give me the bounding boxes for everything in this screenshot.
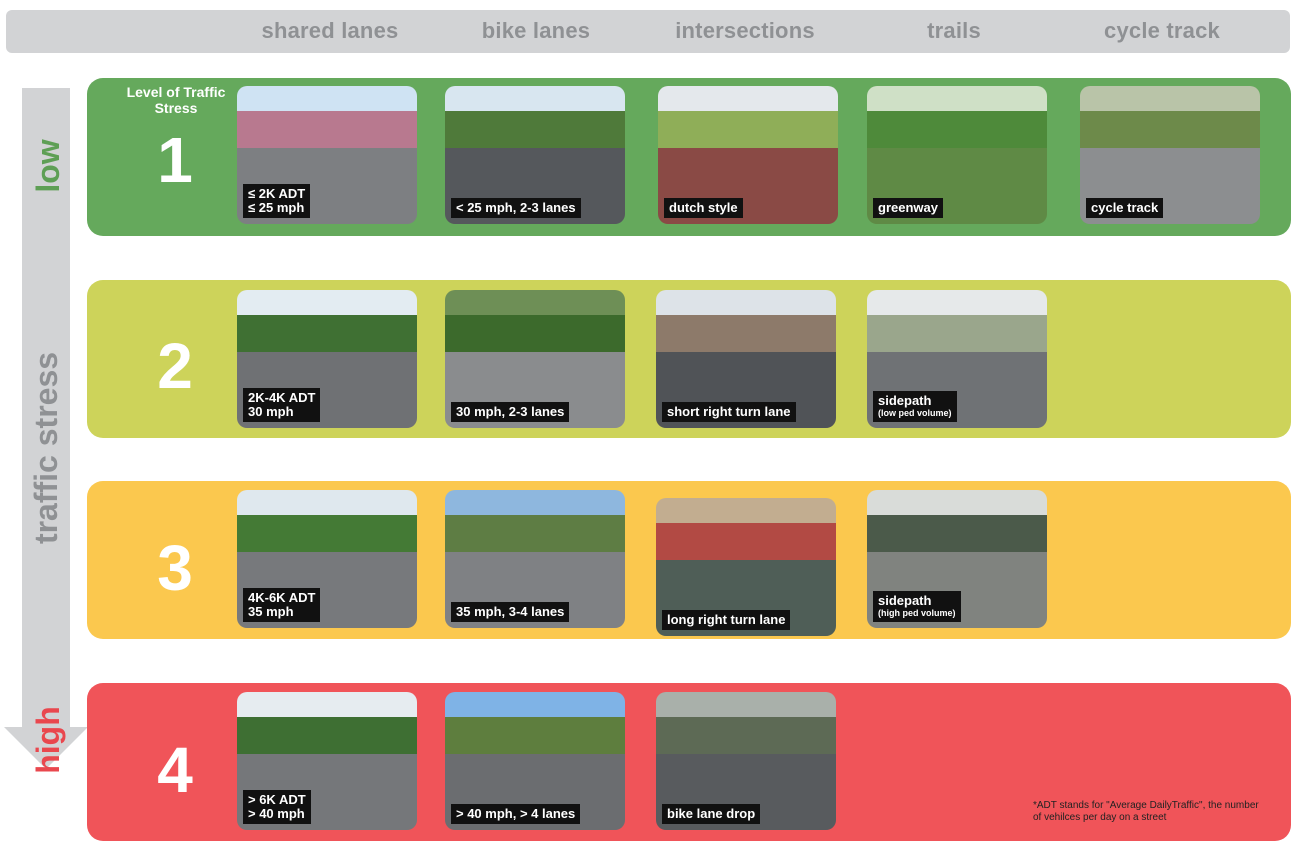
caption-sub: (high ped volume) <box>878 608 956 618</box>
axis-label-traffic-stress: traffic stress <box>28 351 64 545</box>
photo-bike-lanes-level-2: 30 mph, 2-3 lanes <box>445 290 625 428</box>
photo-shared-lanes-level-1: ≤ 2K ADT ≤ 25 mph <box>237 86 417 224</box>
photo-trails-level-3: sidepath (high ped volume) <box>867 490 1047 628</box>
level-number-4: 4 <box>157 734 193 806</box>
caption: 35 mph, 3-4 lanes <box>451 602 570 622</box>
level-of-traffic-stress-title: Level of Traffic Stress <box>126 84 226 116</box>
caption: < 25 mph, 2-3 lanes <box>451 198 581 218</box>
caption: > 6K ADT > 40 mph <box>243 790 311 824</box>
caption: cycle track <box>1086 198 1164 218</box>
level-number-1: 1 <box>157 124 193 196</box>
caption: bike lane drop <box>662 804 761 824</box>
column-header-shared-lanes: shared lanes <box>261 18 399 43</box>
caption-main: sidepath <box>878 393 932 408</box>
photo-intersections-level-2: short right turn lane <box>656 290 836 428</box>
photo-trails-level-2: sidepath (low ped volume) <box>867 290 1047 428</box>
photo-cycle-track-level-1: cycle track <box>1080 86 1260 224</box>
photo-intersections-level-4: bike lane drop <box>656 692 836 830</box>
caption-sub: (low ped volume) <box>878 408 952 418</box>
caption-main: sidepath <box>878 593 932 608</box>
caption: dutch style <box>664 198 743 218</box>
adt-footnote: *ADT stands for "Average DailyTraffic", … <box>1033 800 1259 823</box>
column-header-bike-lanes: bike lanes <box>481 18 591 43</box>
caption: 2K-4K ADT 30 mph <box>243 388 321 422</box>
photo-trails-level-1: greenway <box>867 86 1047 224</box>
caption: ≤ 2K ADT ≤ 25 mph <box>243 184 311 218</box>
caption: 4K-6K ADT 35 mph <box>243 588 321 622</box>
caption: sidepath (low ped volume) <box>873 391 957 422</box>
caption: greenway <box>873 198 943 218</box>
caption: sidepath (high ped volume) <box>873 591 961 622</box>
caption: 30 mph, 2-3 lanes <box>451 402 570 422</box>
column-header-cycle-track: cycle track <box>1104 18 1220 43</box>
photo-intersections-level-3: long right turn lane <box>656 498 836 636</box>
column-header-intersections: intersections <box>675 18 815 43</box>
column-header-trails: trails <box>927 18 981 43</box>
caption: > 40 mph, > 4 lanes <box>451 804 581 824</box>
axis-label-high: high <box>30 706 66 774</box>
photo-bike-lanes-level-3: 35 mph, 3-4 lanes <box>445 490 625 628</box>
axis-label-low: low <box>30 139 66 193</box>
photo-shared-lanes-level-4: > 6K ADT > 40 mph <box>237 692 417 830</box>
level-number-2: 2 <box>157 330 193 402</box>
caption: short right turn lane <box>662 402 796 422</box>
photo-bike-lanes-level-1: < 25 mph, 2-3 lanes <box>445 86 625 224</box>
photo-bike-lanes-level-4: > 40 mph, > 4 lanes <box>445 692 625 830</box>
level-number-3: 3 <box>157 532 193 604</box>
caption: long right turn lane <box>662 610 791 630</box>
photo-intersections-level-1: dutch style <box>658 86 838 224</box>
photo-shared-lanes-level-2: 2K-4K ADT 30 mph <box>237 290 417 428</box>
photo-shared-lanes-level-3: 4K-6K ADT 35 mph <box>237 490 417 628</box>
